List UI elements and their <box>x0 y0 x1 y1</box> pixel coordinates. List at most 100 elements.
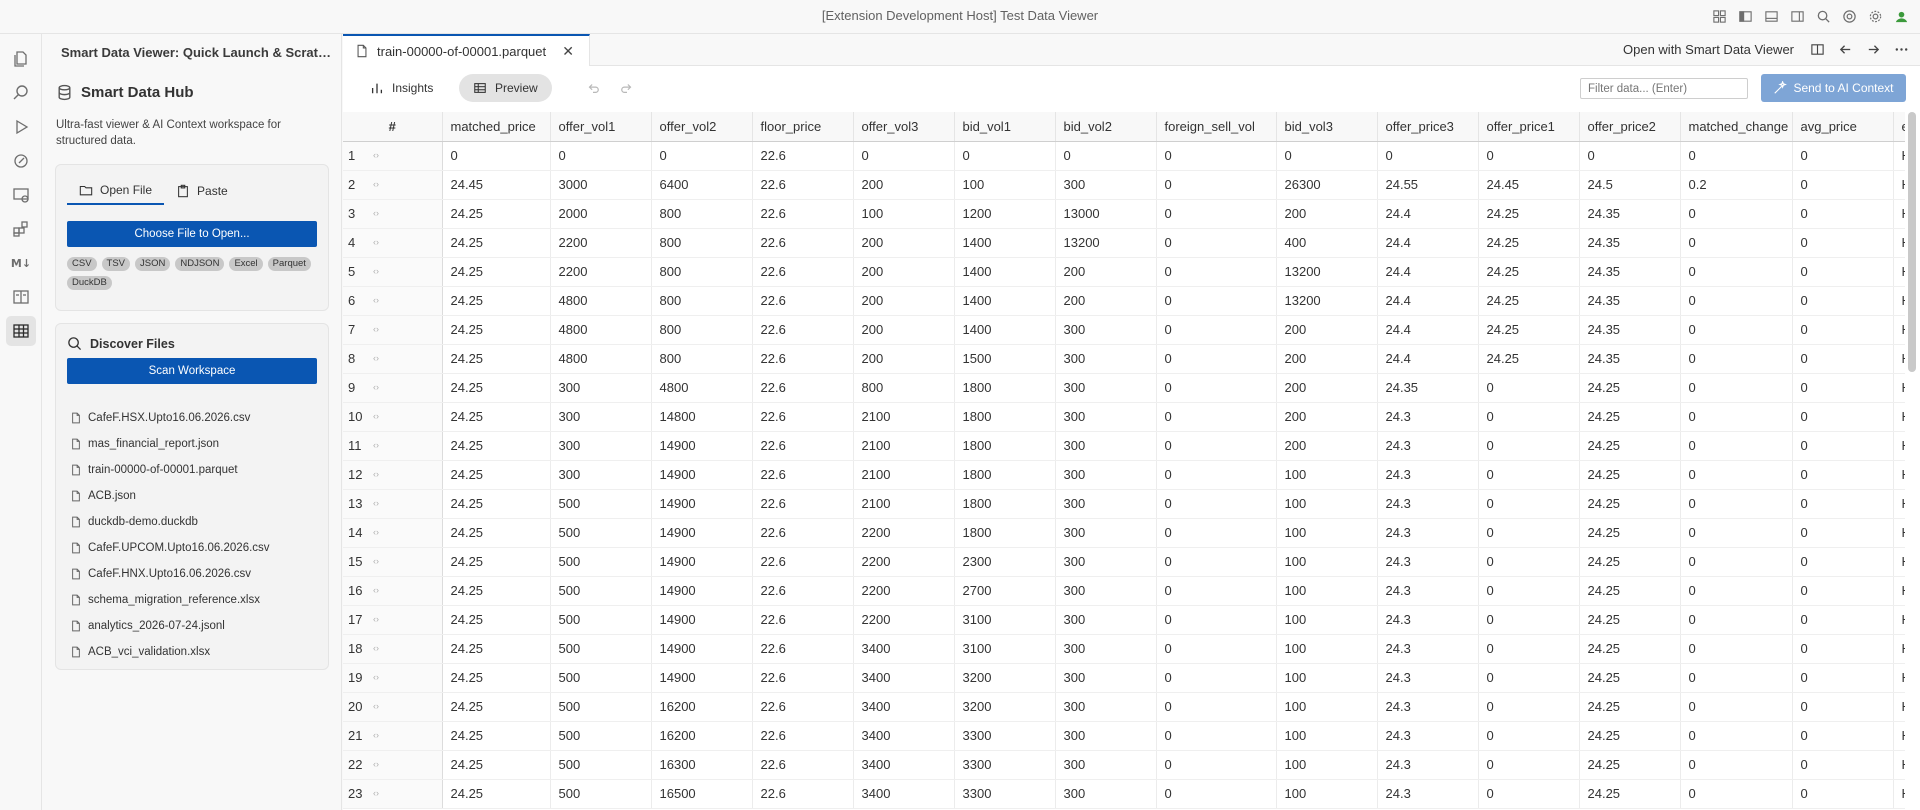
table-cell[interactable]: 22.6 <box>752 721 854 751</box>
table-cell[interactable]: 14900 <box>651 634 753 664</box>
table-cell[interactable]: 24.25 <box>442 634 551 664</box>
table-cell[interactable]: 24.25 <box>1579 576 1681 606</box>
table-cell[interactable]: 0 <box>1478 431 1580 461</box>
table-cell[interactable]: 24.3 <box>1377 605 1479 635</box>
table-cell[interactable]: 24.25 <box>1579 431 1681 461</box>
table-cell[interactable]: 22.6 <box>752 431 854 461</box>
table-row[interactable]: 6 ‹› 24.25 4800 800 22.6 200 1400 200 0 13200 24.4 2… <box>343 286 1905 316</box>
table-cell[interactable]: 24.25 <box>1579 779 1681 809</box>
table-cell[interactable]: 3400 <box>853 634 955 664</box>
table-cell[interactable]: 22.6 <box>752 141 854 171</box>
column-header[interactable]: offer_vol1 <box>550 112 652 142</box>
table-cell[interactable]: 0 <box>1680 199 1793 229</box>
table-cell[interactable]: 24.45 <box>442 170 551 200</box>
table-cell[interactable]: 24.4 <box>1377 344 1479 374</box>
table-cell[interactable]: 100 <box>1276 576 1378 606</box>
table-cell[interactable]: 24.3 <box>1377 460 1479 490</box>
remote-window-icon[interactable] <box>6 180 36 210</box>
expand-row-icon[interactable]: ‹› <box>373 614 379 624</box>
explorer-icon[interactable] <box>6 44 36 74</box>
table-cell[interactable]: 1500 <box>954 344 1056 374</box>
table-cell[interactable]: 100 <box>1276 779 1378 809</box>
tab-paste[interactable]: Paste <box>164 177 240 205</box>
table-cell[interactable]: 500 <box>550 547 652 577</box>
table-cell[interactable]: 24.3 <box>1377 721 1479 751</box>
table-cell[interactable]: 0 <box>1680 576 1793 606</box>
table-cell[interactable]: 0 <box>1792 431 1894 461</box>
run-debug-icon[interactable] <box>6 112 36 142</box>
table-cell[interactable]: 22.6 <box>752 315 854 345</box>
table-view-icon[interactable] <box>6 316 36 346</box>
table-cell[interactable]: 22.6 <box>752 199 854 229</box>
column-header[interactable]: bid_vol3 <box>1276 112 1378 142</box>
table-cell[interactable]: 0 <box>1792 315 1894 345</box>
table-cell[interactable]: 2200 <box>550 228 652 258</box>
table-cell[interactable]: 14900 <box>651 605 753 635</box>
table-cell[interactable]: 500 <box>550 779 652 809</box>
table-cell[interactable]: 0 <box>1792 228 1894 258</box>
table-cell[interactable]: 800 <box>651 286 753 316</box>
open-with-link[interactable]: Open with Smart Data Viewer <box>1623 42 1794 57</box>
table-cell[interactable]: HSX <box>1893 257 1905 287</box>
table-cell[interactable]: 1400 <box>954 257 1056 287</box>
table-cell[interactable]: 0 <box>1792 634 1894 664</box>
table-cell[interactable]: 24.4 <box>1377 286 1479 316</box>
insights-button[interactable]: Insights <box>356 74 447 102</box>
table-cell[interactable]: 24.25 <box>442 605 551 635</box>
table-cell[interactable]: 0 <box>1680 518 1793 548</box>
table-cell[interactable]: 0 <box>1478 460 1580 490</box>
table-cell[interactable]: 100 <box>1276 750 1378 780</box>
table-cell[interactable]: 0 <box>1680 286 1793 316</box>
table-cell[interactable]: 14900 <box>651 460 753 490</box>
table-cell[interactable]: 0 <box>1156 721 1277 751</box>
expand-row-icon[interactable]: ‹› <box>373 295 379 305</box>
file-list-item[interactable]: CafeF.HSX.Upto16.06.2026.csv <box>70 405 320 431</box>
table-row[interactable]: 16 ‹› 24.25 500 14900 22.6 2200 2700 300 0 100 24.3… <box>343 576 1905 606</box>
file-list-item[interactable]: mas_financial_report.json <box>70 431 320 457</box>
accounts-icon[interactable] <box>1892 7 1910 25</box>
table-cell[interactable]: 0 <box>1156 489 1277 519</box>
tab-open-file[interactable]: Open File <box>67 177 165 205</box>
table-cell[interactable]: 24.25 <box>442 257 551 287</box>
table-cell[interactable]: 24.25 <box>442 228 551 258</box>
table-row[interactable]: 5 ‹› 24.25 2200 800 22.6 200 1400 200 0 13200 24.4 2… <box>343 257 1905 287</box>
table-cell[interactable]: 3100 <box>954 634 1056 664</box>
table-cell[interactable]: 24.25 <box>442 721 551 751</box>
expand-row-icon[interactable]: ‹› <box>373 672 379 682</box>
table-cell[interactable]: 14900 <box>651 547 753 577</box>
table-cell[interactable]: 0 <box>1680 257 1793 287</box>
table-cell[interactable]: 0 <box>1792 286 1894 316</box>
table-cell[interactable]: 500 <box>550 605 652 635</box>
table-cell[interactable]: 2100 <box>853 402 955 432</box>
table-cell[interactable]: 0 <box>1680 634 1793 664</box>
table-cell[interactable]: 24.25 <box>442 576 551 606</box>
table-cell[interactable]: 0 <box>1156 373 1277 403</box>
table-cell[interactable]: 24.3 <box>1377 518 1479 548</box>
table-cell[interactable]: 24.3 <box>1377 634 1479 664</box>
file-list-item[interactable]: CafeF.UPCOM.Upto16.06.2026.csv <box>70 535 320 561</box>
table-cell[interactable]: 22.6 <box>752 460 854 490</box>
table-cell[interactable]: 0.2 <box>1680 170 1793 200</box>
table-cell[interactable]: 22.6 <box>752 634 854 664</box>
table-cell[interactable]: 0 <box>1156 431 1277 461</box>
column-header[interactable]: bid_vol2 <box>1055 112 1157 142</box>
table-cell[interactable]: HSX <box>1893 402 1905 432</box>
table-cell[interactable]: 500 <box>550 692 652 722</box>
table-cell[interactable]: 0 <box>1478 518 1580 548</box>
table-row[interactable]: 17 ‹› 24.25 500 14900 22.6 2200 3100 300 0 100 24.3… <box>343 605 1905 635</box>
table-row[interactable]: 3 ‹› 24.25 2000 800 22.6 100 1200 13000 0 200 24.4 2… <box>343 199 1905 229</box>
preview-button[interactable]: Preview <box>459 74 552 102</box>
table-cell[interactable]: 24.35 <box>1579 257 1681 287</box>
table-cell[interactable]: 300 <box>1055 402 1157 432</box>
table-cell[interactable]: 13000 <box>1055 199 1157 229</box>
split-editor-icon[interactable] <box>1808 40 1826 58</box>
table-cell[interactable]: 13200 <box>1276 286 1378 316</box>
table-cell[interactable]: 200 <box>1276 402 1378 432</box>
table-cell[interactable]: 200 <box>1276 431 1378 461</box>
table-cell[interactable]: HSX <box>1893 170 1905 200</box>
table-cell[interactable]: 24.3 <box>1377 576 1479 606</box>
table-cell[interactable]: 300 <box>1055 721 1157 751</box>
table-cell[interactable]: 300 <box>1055 315 1157 345</box>
table-cell[interactable]: 3300 <box>954 721 1056 751</box>
table-cell[interactable]: 24.25 <box>442 663 551 693</box>
